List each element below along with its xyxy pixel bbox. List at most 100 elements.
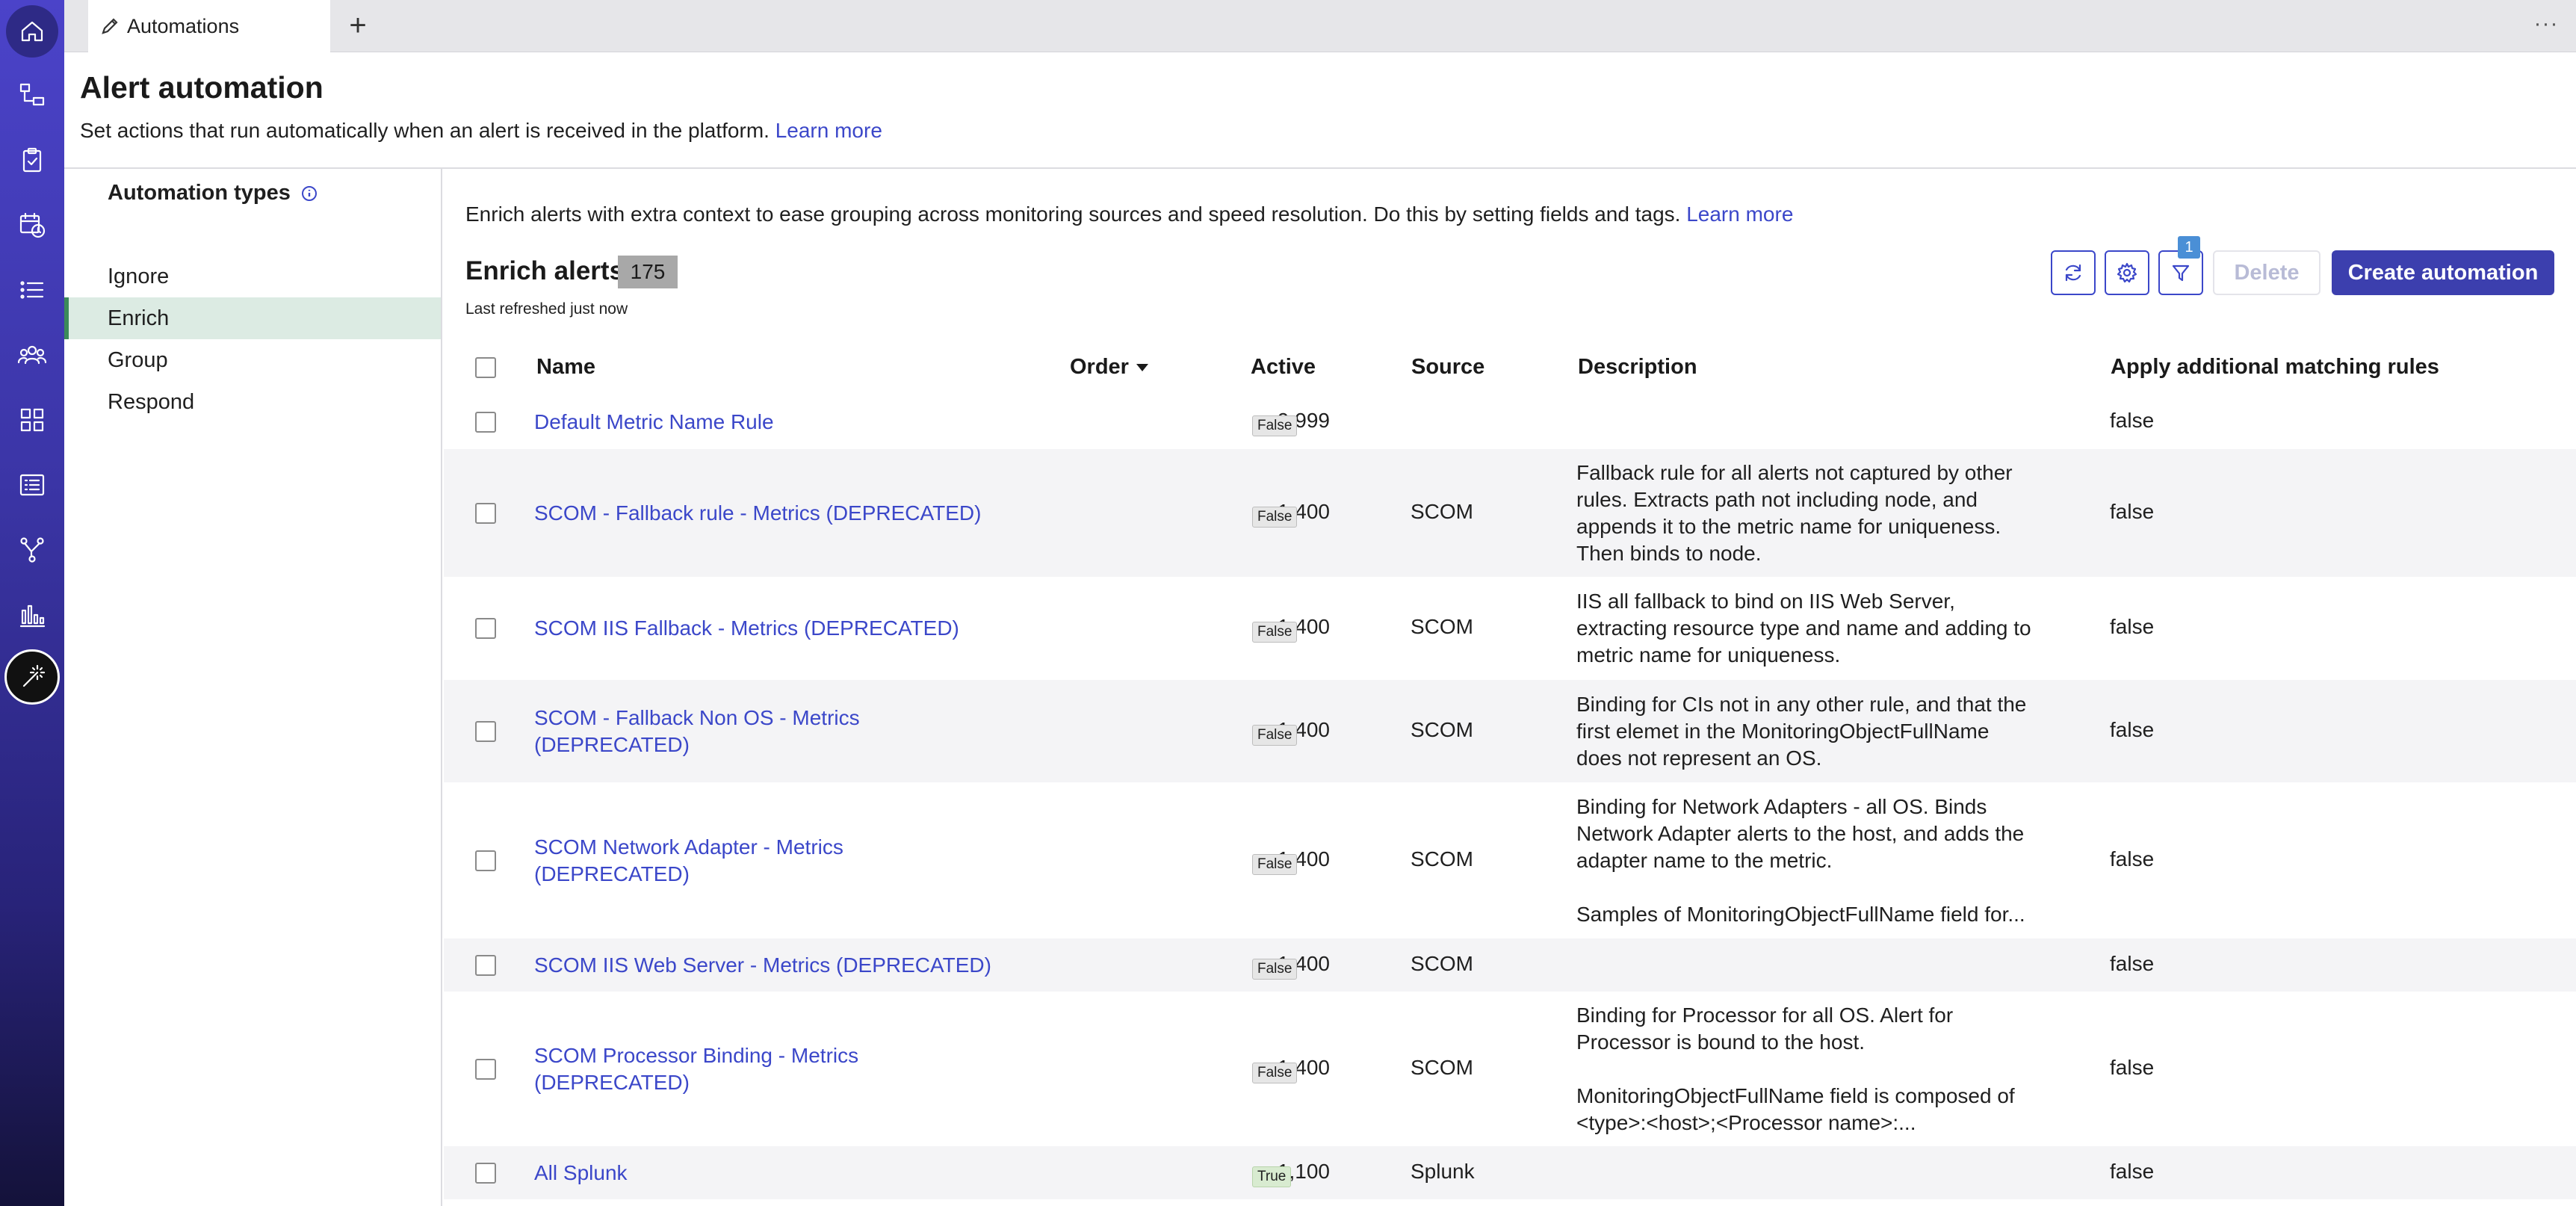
column-header-active[interactable]: Active [1251, 355, 1316, 380]
apply-rules-cell: false [2110, 615, 2155, 638]
settings-button[interactable] [2105, 250, 2149, 295]
row-checkbox[interactable] [475, 618, 496, 639]
column-header-apply-rules[interactable]: Apply additional matching rules [2111, 355, 2439, 380]
row-checkbox[interactable] [475, 1162, 496, 1184]
refresh-icon [2065, 264, 2081, 282]
sort-descending-icon [1136, 364, 1148, 372]
description-line: Fallback rule for all alerts not capture… [1576, 460, 2013, 484]
tab-automations[interactable]: Automations [88, 0, 330, 52]
more-options-icon[interactable]: ··· [2531, 10, 2561, 40]
type-item-respond[interactable]: Respond [64, 381, 441, 423]
type-item-ignore[interactable]: Ignore [64, 256, 441, 297]
log-list-icon[interactable] [13, 466, 51, 504]
select-all-checkbox[interactable] [475, 357, 496, 378]
column-header-description[interactable]: Description [1578, 355, 1697, 380]
automation-name-link[interactable]: SCOM Processor Binding - Metrics (DEPRECA… [534, 1042, 858, 1096]
description-cell: Binding for Processor for all OS. Alert … [1576, 1002, 2055, 1137]
apply-rules-cell: false [2110, 1055, 2155, 1079]
count-badge: 175 [618, 256, 678, 288]
description-line: Then binds to node. [1576, 541, 1762, 565]
apply-rules-cell: false [2110, 717, 2155, 741]
page-title: Alert automation [80, 70, 323, 105]
home-icon[interactable] [6, 5, 58, 58]
schedule-icon[interactable] [13, 206, 51, 244]
automation-name-link[interactable]: SCOM IIS Fallback - Metrics (DEPRECATED) [534, 615, 959, 642]
table-row[interactable]: SCOM - Fallback Non OS - Metrics (DEPRECA… [444, 680, 2576, 782]
row-checkbox[interactable] [475, 502, 496, 524]
description-line: first elemet in the MonitoringObjectFull… [1576, 719, 1990, 743]
table-header: Name Order Active Source Description App… [444, 340, 2576, 395]
source-cell: SCOM [1411, 499, 1473, 523]
source-cell: Splunk [1411, 1159, 1475, 1183]
table-row[interactable]: SCOM Processor Binding - Metrics (DEPRECA… [444, 992, 2576, 1146]
column-header-order[interactable]: Order [1070, 355, 1148, 380]
description-line: does not represent an OS. [1576, 746, 1822, 770]
row-checkbox[interactable] [475, 954, 496, 976]
delete-button[interactable]: Delete [2213, 250, 2320, 295]
workflow-icon[interactable] [13, 531, 51, 569]
description-line: Binding for CIs not in any other rule, a… [1576, 692, 2027, 716]
pencil-icon [102, 18, 118, 34]
clipboard-icon[interactable] [13, 141, 51, 179]
refresh-button[interactable] [2051, 250, 2096, 295]
column-header-order-label: Order [1070, 355, 1129, 379]
page-subtitle-text: Set actions that run automatically when … [80, 119, 770, 142]
automation-name-line: (DEPRECATED) [534, 862, 690, 885]
automation-types-panel: Automation types Ignore Enrich Group Res… [64, 169, 442, 1206]
description-cell: Fallback rule for all alerts not capture… [1576, 460, 2055, 567]
automation-name-link[interactable]: SCOM - Fallback rule - Metrics (DEPRECAT… [534, 500, 981, 527]
automation-name-line: SCOM Processor Binding - Metrics [534, 1043, 859, 1067]
list-icon[interactable] [13, 271, 51, 309]
reports-icon[interactable] [13, 596, 51, 634]
active-cell: False [1252, 1058, 1298, 1083]
apply-rules-cell: false [2110, 951, 2155, 975]
description-line [1576, 1056, 2055, 1083]
row-checkbox[interactable] [475, 1058, 496, 1080]
active-cell: False [1252, 502, 1298, 528]
apply-rules-cell: false [2110, 409, 2155, 432]
automation-name-link[interactable]: Default Metric Name Rule [534, 409, 774, 436]
table-row[interactable]: SCOM IIS Web Server - Metrics (DEPRECATE… [444, 938, 2576, 992]
table-row[interactable]: All Splunk 1,100 True Splunk false [444, 1146, 2576, 1199]
tab-label: Automations [127, 14, 240, 37]
column-header-source[interactable]: Source [1411, 355, 1484, 380]
intro-learn-more-link[interactable]: Learn more [1686, 202, 1793, 226]
description-line: <type>:<host>;<Processor name>:... [1576, 1110, 1916, 1134]
table-row[interactable]: SCOM - Fallback rule - Metrics (DEPRECAT… [444, 449, 2576, 577]
hierarchy-icon[interactable] [13, 76, 51, 114]
active-status-badge: False [1252, 1062, 1298, 1083]
active-cell: False [1252, 617, 1298, 643]
automation-name-link[interactable]: SCOM IIS Web Server - Metrics (DEPRECATE… [534, 952, 991, 979]
automation-name-line: SCOM IIS Web Server - Metrics (DEPRECATE… [534, 953, 991, 977]
table-row[interactable]: SCOM IIS Fallback - Metrics (DEPRECATED)… [444, 577, 2576, 680]
description-cell: Binding for Network Adapters - all OS. B… [1576, 794, 2055, 928]
automation-name-line: All Splunk [534, 1160, 628, 1184]
table-row[interactable]: Default Metric Name Rule 9,999 False false [444, 395, 2576, 449]
automation-wand-icon[interactable] [4, 649, 60, 705]
team-icon[interactable] [13, 336, 51, 374]
column-header-name[interactable]: Name [536, 355, 595, 380]
description-line: appends it to the metric name for unique… [1576, 514, 2001, 538]
row-checkbox[interactable] [475, 720, 496, 742]
filter-count-badge: 1 [2178, 236, 2200, 259]
automation-name-line: (DEPRECATED) [534, 1070, 690, 1094]
row-checkbox[interactable] [475, 412, 496, 433]
add-tab-button[interactable]: + [341, 9, 375, 43]
left-nav-rail [0, 0, 64, 1206]
source-cell: SCOM [1411, 615, 1473, 638]
learn-more-link[interactable]: Learn more [775, 119, 882, 142]
automation-name-link[interactable]: All Splunk [534, 1160, 628, 1187]
description-line: IIS all fallback to bind on IIS Web Serv… [1576, 590, 1955, 613]
type-item-enrich[interactable]: Enrich [64, 297, 441, 339]
type-item-group[interactable]: Group [64, 339, 441, 381]
description-line: rules. Extracts path not including node,… [1576, 487, 1978, 511]
create-automation-button[interactable]: Create automation [2332, 250, 2554, 295]
description-line: Processor is bound to the host. [1576, 1030, 1865, 1054]
automation-name-link[interactable]: SCOM - Fallback Non OS - Metrics (DEPRECA… [534, 705, 860, 758]
dashboard-grid-icon[interactable] [13, 401, 51, 439]
row-checkbox[interactable] [475, 850, 496, 871]
automation-name-link[interactable]: SCOM Network Adapter - Metrics (DEPRECATE… [534, 834, 843, 888]
description-line: Binding for Processor for all OS. Alert … [1576, 1003, 1954, 1027]
info-icon[interactable] [301, 185, 318, 202]
table-row[interactable]: SCOM Network Adapter - Metrics (DEPRECATE… [444, 782, 2576, 938]
